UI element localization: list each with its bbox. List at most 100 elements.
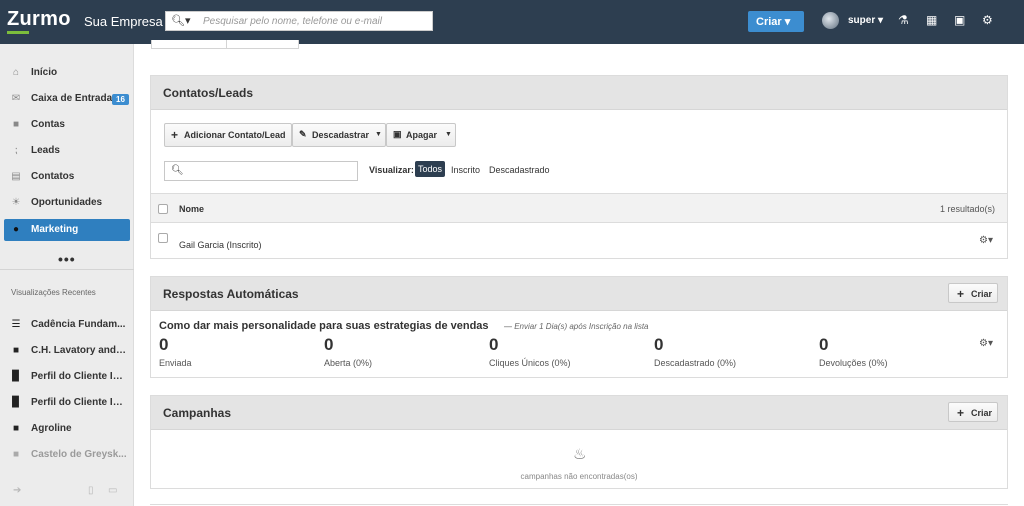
plus-icon: + [957,287,965,301]
folder-icon: ■ [12,449,20,460]
recent-item-label: Cadência Fundam... [31,319,126,330]
marketing-icon: ● [12,224,20,235]
search-icon[interactable]: 🔍︎▾ [171,14,191,27]
contacts-leads-panel: Contatos/Leads + Adicionar Contato/Lead … [150,75,1008,259]
sidebar-item-label: Caixa de Entrada [31,93,113,104]
bar-chart-icon: ▉ [12,371,20,382]
global-search-input[interactable]: 🔍︎▾ Pesquisar pelo nome, telefone ou e-m… [165,11,433,31]
create-autoresponder-button[interactable]: + Criar [948,283,998,303]
button-label: Descadastrar [312,130,370,140]
bar-chart-icon: ▉ [12,397,20,408]
autoresponder-schedule: — Enviar 1 Dia(s) após Inscrição na list… [504,322,649,331]
folder-icon: ■ [12,423,20,434]
desktop-icon[interactable]: ▭ [108,485,117,496]
sidebar-item-label: Contatos [31,171,75,182]
stat-unsubscribed-value: 0 [654,335,664,354]
row-gear-icon[interactable]: ⚙▾ [979,235,993,246]
avatar[interactable] [822,12,839,29]
app-logo[interactable]: Zurmo [7,8,71,31]
add-contact-lead-button[interactable]: + Adicionar Contato/Lead [164,123,292,147]
stat-clicks-value: 0 [489,335,499,354]
trash-icon: ▣ [393,129,402,139]
inbox-count-badge: 16 [112,94,129,105]
box-icon[interactable]: ▣ [954,13,965,27]
contact-card-icon: ▤ [11,171,21,182]
button-label: Adicionar Contato/Lead [184,130,286,140]
pencil-icon: ✎ [299,129,307,139]
home-icon: ⌂ [12,67,20,78]
recent-item-label: Perfil do Cliente Id... [31,397,127,408]
unsubscribe-button[interactable]: ✎ Descadastrar ▼ [292,123,386,147]
column-header-name[interactable]: Nome [179,204,204,214]
more-menu-button[interactable]: ••• [58,251,76,267]
autoresponder-gear-icon[interactable]: ⚙▾ [979,338,993,349]
stat-opened-label: Aberta (0%) [324,358,373,368]
sidebar-item-oportunidades[interactable]: ☀ Oportunidades [4,192,130,214]
caret-down-icon: ▼ [445,131,452,138]
sidebar-item-marketing[interactable]: ● Marketing [4,219,130,241]
lightbulb-icon: ☀ [11,197,21,208]
row-checkbox[interactable] [158,233,168,243]
select-all-checkbox[interactable] [158,204,168,214]
stat-bounces-label: Devoluções (0%) [819,358,888,368]
sidebar-item-label: Oportunidades [31,197,103,208]
filter-inscrito[interactable]: Inscrito [451,165,480,175]
recent-item-label: Castelo de Greysk... [31,449,127,460]
create-campaign-button[interactable]: + Criar [948,402,998,422]
button-label: Apagar [406,130,438,140]
button-label: Criar [971,289,993,299]
panel-header: Campanhas [151,396,1007,430]
panel-header: Contatos/Leads [151,76,1007,110]
folder-icon: ■ [12,119,20,130]
logout-icon[interactable]: ➔ [13,485,21,496]
divider [150,504,1008,505]
sprout-icon: ⁏ [14,145,18,156]
folder-icon: ■ [12,345,20,356]
panel-title: Contatos/Leads [163,86,254,100]
mobile-icon[interactable]: ▯ [88,485,94,496]
sidebar-item-label: Contas [31,119,65,130]
recent-item[interactable]: ▉ Perfil do Cliente Id... [4,392,130,414]
sidebar-item-inicio[interactable]: ⌂ Início [4,62,130,84]
envelope-icon: ✉ [11,93,21,104]
recent-item[interactable]: ■ Castelo de Greysk... [4,444,130,466]
table-header: Nome 1 resultado(s) [151,193,1007,223]
recent-item-label: C.H. Lavatory and ... [31,345,127,356]
button-label: Criar [971,408,993,418]
autoresponder-title[interactable]: Como dar mais personalidade para suas es… [159,320,489,332]
stat-opened-value: 0 [324,335,334,354]
recent-item[interactable]: ■ C.H. Lavatory and ... [4,340,130,362]
sidebar: ⌂ Início ✉ Caixa de Entrada 16 ■ Contas … [0,44,134,506]
sidebar-footer: ➔ ▯ ▭ [0,476,134,506]
stat-unsubscribed-label: Descadastrado (0%) [654,358,737,368]
stat-bounces-value: 0 [819,335,829,354]
recent-item[interactable]: ▉ Perfil do Cliente Id... [4,366,130,388]
divider [0,269,134,270]
sidebar-item-contatos[interactable]: ▤ Contatos [4,166,130,188]
results-count: 1 resultado(s) [939,204,995,214]
plus-icon: + [171,128,179,142]
sidebar-item-contas[interactable]: ■ Contas [4,114,130,136]
filter-todos[interactable]: Todos [415,161,446,177]
stat-sent-label: Enviada [159,358,192,368]
gear-icon[interactable]: ⚙ [982,13,993,27]
top-bar: Zurmo Sua Empresa 🔍︎▾ Pesquisar pelo nom… [0,0,1024,44]
create-button[interactable]: Criar ▾ [748,11,804,32]
calendar-icon[interactable]: ▦ [926,13,937,27]
delete-button[interactable]: ▣ Apagar ▼ [386,123,456,147]
filter-descadastrado[interactable]: Descadastrado [489,165,550,175]
panel-header: Respostas Automáticas [151,277,1007,311]
activity-icon[interactable]: ⚗ [898,13,909,27]
recent-item[interactable]: ☰ Cadência Fundam... [4,314,130,336]
sidebar-item-leads[interactable]: ⁏ Leads [4,140,130,162]
search-icon: 🔍︎ [171,165,184,176]
sidebar-item-label: Marketing [31,224,79,235]
logo-underline [7,31,29,34]
visualize-label: Visualizar: [369,165,414,175]
user-menu[interactable]: super ▾ [848,15,883,26]
recent-item[interactable]: ■ Agroline [4,418,130,440]
list-search-input[interactable]: 🔍︎ [164,161,358,181]
table-row[interactable]: Gail Garcia (Inscrito) [179,240,262,250]
empty-state-text: campanhas não encontradas(os) [520,472,638,481]
stat-clicks-label: Cliques Únicos (0%) [489,358,571,368]
